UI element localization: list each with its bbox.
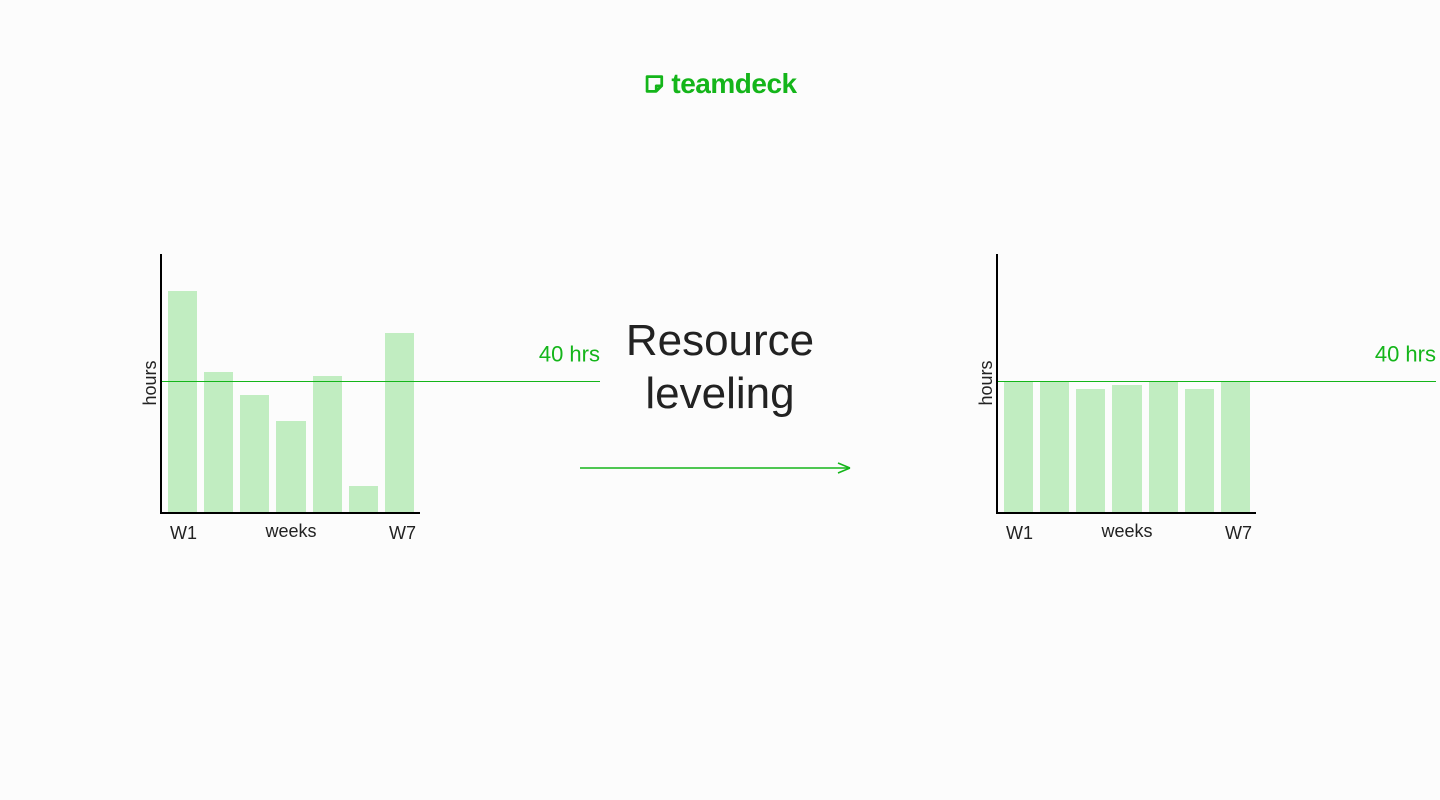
diagram-title: Resource leveling — [626, 315, 814, 421]
brand-logo: teamdeck — [643, 68, 796, 100]
reference-line — [162, 381, 600, 382]
-axis-label: hours — [976, 360, 997, 405]
diagram-title-line2: leveling — [626, 368, 814, 421]
bar — [1221, 382, 1250, 512]
x-axis-label: weeks — [998, 521, 1256, 542]
x-tick-last: W7 — [389, 523, 416, 544]
bar — [313, 376, 342, 513]
x-tick-last: W7 — [1225, 523, 1252, 544]
reference-label: 40 hrs — [539, 342, 600, 368]
chart-before-plot: 40 hrs hours W1 weeks W7 — [160, 254, 420, 514]
bar — [240, 395, 269, 512]
brand-logo-icon — [643, 73, 665, 95]
bar — [1076, 389, 1105, 513]
bar — [204, 372, 233, 512]
bar — [1004, 382, 1033, 512]
y-axis-label: hours — [140, 360, 161, 405]
x-axis-label: weeks — [162, 521, 420, 542]
arrow-icon — [580, 462, 860, 474]
diagram-title-line1: Resource — [626, 315, 814, 368]
chart-after-bars — [1004, 254, 1250, 512]
bar — [385, 333, 414, 512]
chart-before-bars — [168, 254, 414, 512]
bar — [349, 486, 378, 512]
bar — [1149, 382, 1178, 512]
brand-name: teamdeck — [671, 68, 796, 100]
chart-after-plot: 40 hrs hours W1 weeks W7 — [996, 254, 1256, 514]
bar — [1185, 389, 1214, 513]
chart-before: 40 hrs hours W1 weeks W7 — [160, 254, 420, 514]
bar — [276, 421, 305, 512]
reference-line — [998, 381, 1436, 382]
chart-after: 40 hrs hours W1 weeks W7 — [996, 254, 1256, 514]
reference-label: 40 hrs — [1375, 342, 1436, 368]
bar — [1112, 385, 1141, 512]
bar — [1040, 382, 1069, 512]
bar — [168, 291, 197, 512]
